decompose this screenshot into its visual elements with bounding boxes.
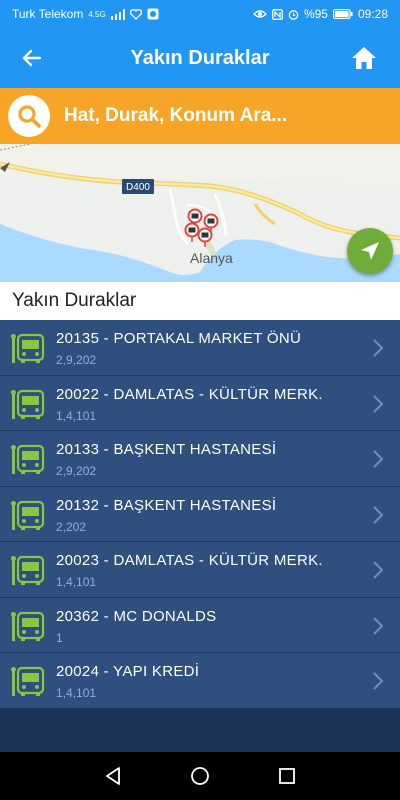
network-label: 4.5G xyxy=(88,9,106,19)
chevron-right-icon xyxy=(373,339,384,357)
stop-lines: 2,9,202 xyxy=(56,464,97,478)
list-item[interactable]: 20362 - MC DONALDS 1 xyxy=(0,597,400,653)
search-icon xyxy=(18,105,41,128)
battery-icon xyxy=(332,9,353,19)
list-item[interactable]: 20023 - DAMLATAS - KÜLTÜR MERK. 1,4,101 xyxy=(0,542,400,598)
eye-icon xyxy=(253,10,267,18)
bus-stop-icon xyxy=(11,666,45,696)
signal-icon xyxy=(110,8,125,20)
status-bar: Turk Telekom 4.5G %95 09:28 xyxy=(0,0,400,28)
stop-list: 20135 - PORTAKAL MARKET ÖNÜ 2,9,202 2002… xyxy=(0,320,400,709)
bus-stop-icon xyxy=(11,611,45,641)
stop-lines: 1 xyxy=(56,630,63,645)
home-icon[interactable] xyxy=(350,44,378,72)
stop-lines: 2,202 xyxy=(56,519,87,534)
section-title: Yakın Duraklar xyxy=(0,282,400,320)
stop-name: 20135 - PORTAKAL MARKET ÖNÜ xyxy=(56,330,302,347)
stop-lines: 2,9,202 xyxy=(56,353,97,367)
stop-lines: 1,4,101 xyxy=(56,686,97,700)
chevron-right-icon xyxy=(373,505,384,524)
search-placeholder[interactable]: Hat, Durak, Konum Ara... xyxy=(64,105,287,127)
locate-button[interactable] xyxy=(347,228,393,274)
nfc-icon xyxy=(271,8,283,20)
bus-stop-icon xyxy=(11,389,45,419)
back-triangle-icon[interactable] xyxy=(103,766,123,786)
battery-percent: %95 xyxy=(303,7,328,21)
stop-lines: 1,4,101 xyxy=(56,575,97,589)
app-bar: Yakın Duraklar xyxy=(0,28,400,88)
bus-stop-icon xyxy=(11,500,45,530)
list-item[interactable]: 20024 - YAPI KREDİ 1,4,101 xyxy=(0,653,400,709)
chevron-right-icon xyxy=(373,616,384,635)
clock: 09:28 xyxy=(357,7,388,21)
stop-name: 20023 - DAMLATAS - KÜLTÜR MERK. xyxy=(56,552,323,569)
city-label: Alanya xyxy=(190,250,233,266)
bus-stop-icon xyxy=(11,333,45,363)
arrow-left-icon[interactable] xyxy=(18,44,46,72)
list-item[interactable]: 20133 - BAŞKENT HASTANESİ 2,9,202 xyxy=(0,431,400,487)
stop-lines: 1,4,101 xyxy=(56,408,97,423)
stop-name: 20132 - BAŞKENT HASTANESİ xyxy=(56,496,277,514)
chevron-right-icon xyxy=(373,394,384,413)
health-icon xyxy=(129,8,142,20)
list-item[interactable]: 20022 - DAMLATAS - KÜLTÜR MERK. 1,4,101 xyxy=(0,375,400,431)
navigation-arrow-icon xyxy=(361,242,379,260)
chevron-right-icon xyxy=(373,450,384,468)
carrier-label: Turk Telekom xyxy=(12,7,84,21)
app-notification-icon xyxy=(147,8,159,20)
stop-name: 20024 - YAPI KREDİ xyxy=(56,663,200,680)
stop-name: 20362 - MC DONALDS xyxy=(56,607,217,625)
chevron-right-icon xyxy=(373,561,384,579)
search-bar[interactable]: Hat, Durak, Konum Ara... xyxy=(0,88,400,144)
alarm-icon xyxy=(288,9,299,20)
stop-name: 20022 - DAMLATAS - KÜLTÜR MERK. xyxy=(56,385,323,403)
list-item[interactable]: 20132 - BAŞKENT HASTANESİ 2,202 xyxy=(0,486,400,542)
page-title: Yakın Duraklar xyxy=(130,46,270,69)
stop-name: 20133 - BAŞKENT HASTANESİ xyxy=(56,441,277,458)
map-canvas[interactable]: D400 Alanya xyxy=(0,144,400,282)
map-view[interactable]: D400 Alanya xyxy=(0,144,400,282)
home-circle-icon[interactable] xyxy=(190,766,210,786)
bus-stop-icon xyxy=(11,444,45,474)
chevron-right-icon xyxy=(373,672,384,690)
system-nav-bar xyxy=(0,752,400,800)
recents-square-icon[interactable] xyxy=(277,766,297,786)
search-button[interactable] xyxy=(8,95,50,137)
bus-stop-icon xyxy=(11,555,45,585)
road-label: D400 xyxy=(126,182,150,193)
list-item[interactable]: 20135 - PORTAKAL MARKET ÖNÜ 2,9,202 xyxy=(0,320,400,376)
